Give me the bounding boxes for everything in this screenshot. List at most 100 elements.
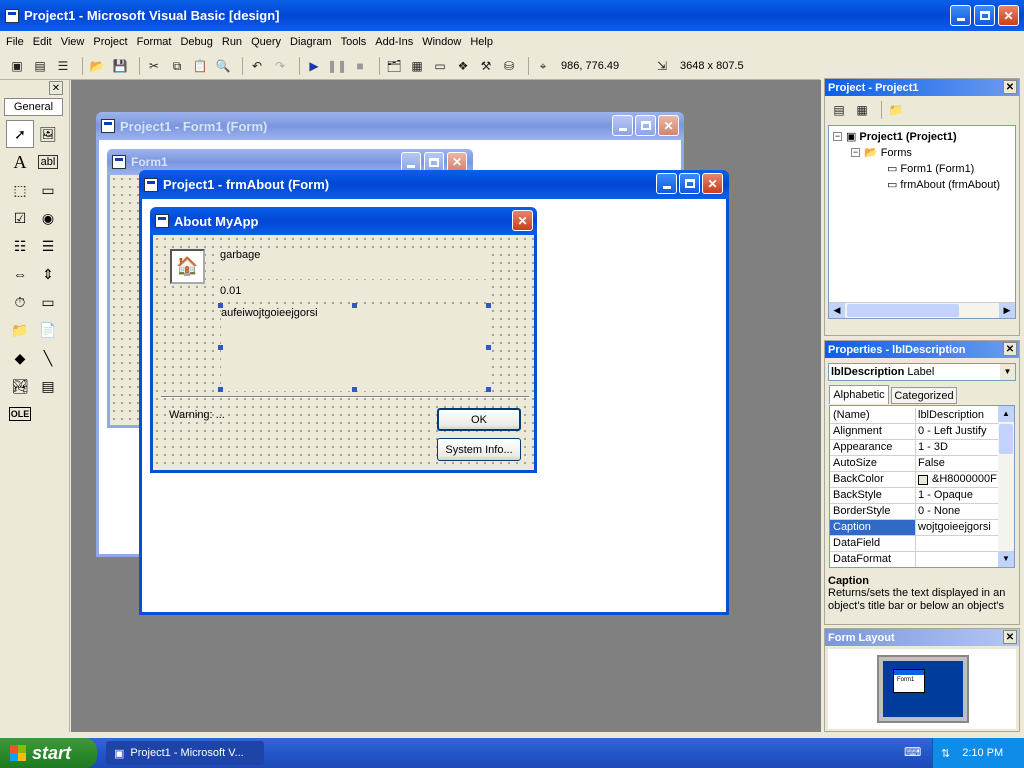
- resize-handle[interactable]: [486, 387, 491, 392]
- tray-keyboard-icon[interactable]: ⌨: [904, 745, 921, 759]
- form1-minimize-button[interactable]: [612, 115, 633, 136]
- property-row[interactable]: Appearance 1 - 3D: [830, 440, 998, 456]
- toolbox-close-button[interactable]: ✕: [49, 81, 63, 95]
- resize-handle[interactable]: [486, 303, 491, 308]
- properties-window-icon[interactable]: ▦: [408, 57, 426, 75]
- pointer-icon[interactable]: ➚: [6, 120, 34, 148]
- menu-format[interactable]: Format: [137, 36, 172, 48]
- scroll-right-icon[interactable]: ▶: [999, 303, 1015, 318]
- property-row[interactable]: BackColor &H8000000F: [830, 472, 998, 488]
- scroll-left-icon[interactable]: ◀: [829, 303, 845, 318]
- chevron-down-icon[interactable]: ▼: [1000, 364, 1015, 380]
- frmabout-designer-title-bar[interactable]: Project1 - frmAbout (Form) ✕: [139, 170, 729, 199]
- form-thumbnail[interactable]: Form1: [893, 669, 925, 693]
- shape-icon[interactable]: ◆: [6, 344, 34, 372]
- properties-title-bar[interactable]: Properties - lblDescription ✕: [825, 341, 1019, 358]
- system-info-button[interactable]: System Info...: [437, 438, 521, 461]
- add-project-icon[interactable]: ▣: [8, 57, 26, 75]
- scroll-thumb[interactable]: [847, 304, 959, 317]
- dir-list-icon[interactable]: 📁: [6, 316, 34, 344]
- form1-inner-maximize-button[interactable]: [424, 152, 444, 172]
- cut-icon[interactable]: ✂: [145, 57, 163, 75]
- paste-icon[interactable]: 📋: [191, 57, 209, 75]
- menu-window[interactable]: Window: [422, 36, 461, 48]
- form1-inner-close-button[interactable]: ✕: [447, 152, 467, 172]
- tab-categorized[interactable]: Categorized: [891, 387, 957, 404]
- hscrollbar-icon[interactable]: ⇔: [6, 260, 34, 288]
- property-row[interactable]: DataFormat: [830, 552, 998, 567]
- project-tree-hscrollbar[interactable]: ◀ ▶: [829, 302, 1015, 318]
- close-button[interactable]: ✕: [998, 5, 1019, 26]
- redo-icon[interactable]: ↷: [271, 57, 289, 75]
- frmabout-minimize-button[interactable]: [656, 173, 677, 194]
- menu-tools[interactable]: Tools: [341, 36, 367, 48]
- menu-add-ins[interactable]: Add-Ins: [375, 36, 413, 48]
- add-form-icon[interactable]: ▤: [31, 57, 49, 75]
- menu-edit[interactable]: Edit: [33, 36, 52, 48]
- main-title-bar[interactable]: Project1 - Microsoft Visual Basic [desig…: [0, 0, 1024, 31]
- form-layout-close-button[interactable]: ✕: [1003, 630, 1017, 644]
- data-control-icon[interactable]: ▤: [34, 372, 62, 400]
- end-icon[interactable]: ■: [351, 57, 369, 75]
- vscrollbar-icon[interactable]: ⇕: [34, 260, 62, 288]
- toggle-folders-icon[interactable]: 📁: [887, 101, 905, 119]
- maximize-button[interactable]: [974, 5, 995, 26]
- project-explorer-title-bar[interactable]: Project - Project1 ✕: [825, 79, 1019, 96]
- about-form-close-button[interactable]: ✕: [512, 210, 533, 231]
- save-project-icon[interactable]: 💾: [111, 57, 129, 75]
- menu-file[interactable]: File: [6, 36, 24, 48]
- app-picture-icon[interactable]: 🏠: [170, 249, 205, 284]
- collapse-icon[interactable]: −: [851, 148, 860, 157]
- menu-diagram[interactable]: Diagram: [290, 36, 332, 48]
- tree-item[interactable]: ▭ Form1 (Form1): [887, 162, 974, 176]
- clock[interactable]: 2:10 PM: [962, 747, 1003, 759]
- frmabout-close-button[interactable]: ✕: [702, 173, 723, 194]
- menu-query[interactable]: Query: [251, 36, 281, 48]
- property-row[interactable]: BorderStyle 0 - None: [830, 504, 998, 520]
- network-icon[interactable]: ⇅: [941, 747, 950, 760]
- view-object-icon[interactable]: ▦: [853, 101, 871, 119]
- resize-handle[interactable]: [352, 387, 357, 392]
- timer-icon[interactable]: ⏱: [6, 288, 34, 316]
- resize-handle[interactable]: [218, 303, 223, 308]
- data-view-icon[interactable]: ⛁: [500, 57, 518, 75]
- start-icon[interactable]: ▶: [305, 57, 323, 75]
- app-title-label[interactable]: garbage: [220, 249, 490, 279]
- break-icon[interactable]: ❚❚: [327, 57, 347, 75]
- ok-button[interactable]: OK: [437, 408, 521, 431]
- undo-icon[interactable]: ↶: [248, 57, 266, 75]
- property-row[interactable]: BackStyle 1 - Opaque: [830, 488, 998, 504]
- file-list-icon[interactable]: 📄: [34, 316, 62, 344]
- form1-designer-title-bar[interactable]: Project1 - Form1 (Form) ✕: [96, 112, 684, 140]
- property-row[interactable]: DataField: [830, 536, 998, 552]
- open-project-icon[interactable]: 📂: [88, 57, 106, 75]
- project-explorer-icon[interactable]: 🗂: [385, 57, 403, 75]
- about-form-title-bar[interactable]: About MyApp ✕: [150, 207, 537, 235]
- warning-label[interactable]: Warning: ...: [169, 409, 369, 425]
- frmabout-maximize-button[interactable]: [679, 173, 700, 194]
- form-layout-title-bar[interactable]: Form Layout ✕: [825, 629, 1019, 646]
- tree-item[interactable]: ▭ frmAbout (frmAbout): [887, 178, 1000, 192]
- option-button-icon[interactable]: ◉: [34, 204, 62, 232]
- textbox-icon[interactable]: abl: [34, 148, 62, 176]
- find-icon[interactable]: 🔍: [214, 57, 232, 75]
- toolbox-icon[interactable]: ⚒: [477, 57, 495, 75]
- description-label[interactable]: aufeiwojtgoieejgorsi: [221, 307, 488, 391]
- form1-maximize-button[interactable]: [635, 115, 656, 136]
- combobox-icon[interactable]: ☷: [6, 232, 34, 260]
- scroll-up-icon[interactable]: ▲: [998, 406, 1014, 422]
- form1-inner-minimize-button[interactable]: [401, 152, 421, 172]
- scroll-thumb[interactable]: [999, 424, 1013, 454]
- copy-icon[interactable]: ⧉: [168, 57, 186, 75]
- object-browser-icon[interactable]: ❖: [454, 57, 472, 75]
- line-icon[interactable]: ╲: [34, 344, 62, 372]
- form-layout-icon[interactable]: ▭: [431, 57, 449, 75]
- project-explorer-close-button[interactable]: ✕: [1003, 80, 1017, 94]
- ole-icon[interactable]: OLE: [6, 400, 34, 428]
- property-row[interactable]: Alignment 0 - Left Justify: [830, 424, 998, 440]
- menu-help[interactable]: Help: [470, 36, 493, 48]
- view-code-icon[interactable]: ▤: [830, 101, 848, 119]
- properties-close-button[interactable]: ✕: [1003, 342, 1017, 356]
- taskbar-task-button[interactable]: ▣ Project1 - Microsoft V...: [106, 741, 264, 765]
- collapse-icon[interactable]: −: [833, 132, 842, 141]
